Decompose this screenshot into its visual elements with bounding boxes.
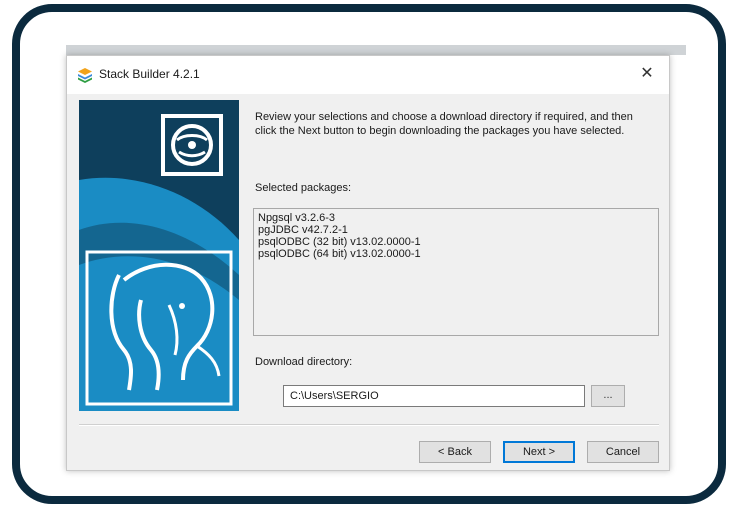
back-button[interactable]: < Back [419, 441, 491, 463]
selected-packages-list[interactable]: Npgsql v3.2.6-3 pgJDBC v42.7.2-1 psqlODB… [253, 208, 659, 336]
postgresql-banner-graphic [79, 100, 239, 411]
window-title: Stack Builder 4.2.1 [99, 67, 200, 81]
list-item[interactable]: psqlODBC (64 bit) v13.02.0000-1 [258, 248, 654, 260]
sidebar-banner [79, 100, 239, 411]
download-directory-label: Download directory: [255, 356, 353, 368]
separator [79, 424, 659, 426]
stack-builder-icon [78, 68, 92, 83]
close-button[interactable]: ✕ [637, 64, 657, 84]
list-item[interactable]: psqlODBC (32 bit) v13.02.0000-1 [258, 236, 654, 248]
download-directory-input[interactable] [283, 385, 585, 407]
title-bar: Stack Builder 4.2.1 ✕ [67, 56, 669, 94]
next-button[interactable]: Next > [503, 441, 575, 463]
stack-builder-dialog: Stack Builder 4.2.1 ✕ Review your select… [66, 55, 670, 471]
cancel-button[interactable]: Cancel [587, 441, 659, 463]
list-item[interactable]: Npgsql v3.2.6-3 [258, 212, 654, 224]
window-shadow-strip [66, 45, 686, 55]
intro-text: Review your selections and choose a down… [255, 111, 633, 137]
disc-icon [161, 114, 223, 176]
selected-packages-label: Selected packages: [255, 182, 352, 194]
list-item[interactable]: pgJDBC v42.7.2-1 [258, 224, 654, 236]
browse-button[interactable]: ... [591, 385, 625, 407]
